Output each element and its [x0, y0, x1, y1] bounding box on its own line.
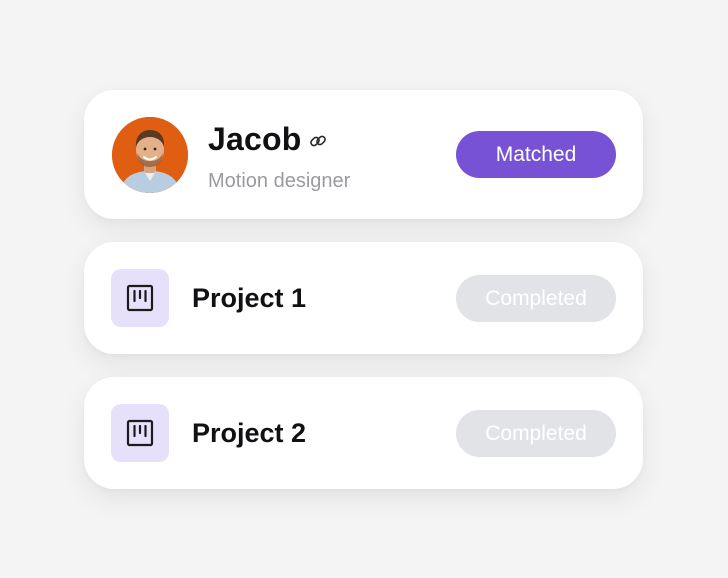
project-title: Project 1: [192, 283, 307, 313]
profile-card[interactable]: Jacob Motion designer Matched: [84, 90, 643, 219]
avatar-portrait: [112, 117, 188, 193]
completed-badge[interactable]: Completed: [456, 275, 616, 322]
profile-role: Motion designer: [208, 170, 351, 192]
matched-badge[interactable]: Matched: [456, 131, 616, 178]
avatar: [112, 117, 188, 193]
link-icon[interactable]: [309, 132, 327, 150]
project-card[interactable]: Project 2 Completed: [84, 377, 643, 489]
project-card[interactable]: Project 1 Completed: [84, 242, 643, 354]
profile-name: Jacob: [208, 121, 302, 157]
kanban-board-icon: [111, 404, 169, 462]
completed-badge[interactable]: Completed: [456, 410, 616, 457]
project-title: Project 2: [192, 418, 307, 448]
kanban-board-icon: [111, 269, 169, 327]
name-row: Jacob: [208, 120, 327, 158]
